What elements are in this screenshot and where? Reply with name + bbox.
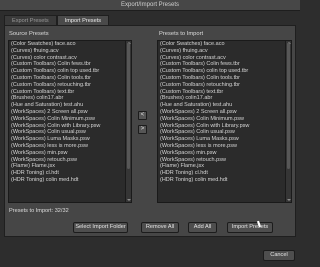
- preset-list-item[interactable]: (WorkSpaces) less is more.psw: [9, 143, 131, 150]
- remove-preset-button[interactable]: <: [138, 111, 147, 120]
- source-presets-list[interactable]: (Color Swatches) face.aco (Curves) fhuing…: [8, 40, 132, 203]
- preset-list-item[interactable]: (WorkSpaces) Colin Minimum.psw: [9, 116, 131, 123]
- source-scroll-thumb[interactable]: [127, 43, 130, 169]
- scroll-down-arrow-icon[interactable]: [287, 199, 291, 201]
- presets-to-import-label: Presets to Import: [159, 31, 204, 37]
- preset-list-item[interactable]: (Custom Toolbars) colin top used.tbr: [158, 68, 291, 75]
- preset-list-item[interactable]: (WorkSpaces) Colin Minimum.psw: [158, 116, 291, 123]
- target-scrollbar[interactable]: [285, 41, 291, 202]
- preset-list-item[interactable]: (Color Swatches) face.aco: [9, 41, 131, 48]
- title-bar: Export/Import Presets: [0, 0, 300, 11]
- preset-list-item[interactable]: (WorkSpaces) less is more.psw: [158, 143, 291, 150]
- cancel-button[interactable]: Cancel: [263, 250, 295, 261]
- target-scroll-thumb[interactable]: [287, 43, 290, 169]
- presets-count: Presets to Import: 32/32: [9, 208, 69, 214]
- preset-list-item[interactable]: (WorkSpaces) 2 Screen all.psw: [9, 109, 131, 116]
- preset-list-item[interactable]: (Custom Toolbars) retouching.tbr: [158, 82, 291, 89]
- preset-list-item[interactable]: (Hue and Saturation) test.ahu: [158, 102, 291, 109]
- import-presets-button[interactable]: Import Presets: [227, 222, 273, 233]
- preset-list-item[interactable]: (Curves) fhuing.acv: [9, 48, 131, 55]
- add-preset-button[interactable]: >: [138, 125, 147, 134]
- scroll-down-arrow-icon[interactable]: [127, 199, 131, 201]
- preset-list-item[interactable]: (Hue and Saturation) test.ahu: [9, 102, 131, 109]
- tab-bar: Export Presets Import Presets: [4, 15, 110, 25]
- presets-to-import-list[interactable]: (Color Swatches) face.aco (Curves) fhuing…: [157, 40, 292, 203]
- source-rows: (Color Swatches) face.aco (Curves) fhuing…: [9, 41, 131, 184]
- preset-list-item[interactable]: (Custom Toolbars) Colin tools.tbr: [158, 75, 291, 82]
- tab-export-presets[interactable]: Export Presets: [4, 15, 57, 25]
- preset-list-item[interactable]: (Custom Toolbars) Colin tools.tbr: [9, 75, 131, 82]
- preset-list-item[interactable]: (HDR Toning) colin med.hdt: [158, 177, 291, 184]
- preset-list-item[interactable]: (WorkSpaces) Luma Masks.psw: [158, 136, 291, 143]
- preset-list-item[interactable]: (Custom Toolbars) text.tbr: [158, 89, 291, 96]
- preset-list-item[interactable]: (WorkSpaces) min.psw: [9, 150, 131, 157]
- preset-list-item[interactable]: (WorkSpaces) 2 Screen all.psw: [158, 109, 291, 116]
- preset-list-item[interactable]: (WorkSpaces) min.psw: [158, 150, 291, 157]
- remove-all-button[interactable]: Remove All: [141, 222, 179, 233]
- preset-list-item[interactable]: (WorkSpaces) Colin usual.psw: [158, 129, 291, 136]
- preset-list-item[interactable]: (HDR Toning) colin med.hdt: [9, 177, 131, 184]
- preset-list-item[interactable]: (HDR Toning) cl.hdt: [158, 170, 291, 177]
- preset-list-item[interactable]: (Custom Toolbars) colin top used.tbr: [9, 68, 131, 75]
- preset-list-item[interactable]: (Custom Toolbars) Colin fews.tbr: [158, 61, 291, 68]
- add-all-button[interactable]: Add All: [188, 222, 217, 233]
- tab-import-presets[interactable]: Import Presets: [56, 15, 110, 25]
- source-scrollbar[interactable]: [125, 41, 131, 202]
- preset-list-item[interactable]: (Custom Toolbars) retouching.tbr: [9, 82, 131, 89]
- preset-list-item[interactable]: (Brushes) colin17.abr: [9, 95, 131, 102]
- preset-list-item[interactable]: (WorkSpaces) Colin usual.psw: [9, 129, 131, 136]
- preset-list-item[interactable]: (WorkSpaces) Colin with Library.psw: [158, 123, 291, 130]
- target-rows: (Color Swatches) face.aco (Curves) fhuing…: [158, 41, 291, 184]
- source-presets-label: Source Presets: [9, 31, 49, 37]
- preset-list-item[interactable]: (WorkSpaces) retouch.psw: [158, 157, 291, 164]
- preset-list-item[interactable]: (Flame) Flame.jsx: [158, 163, 291, 170]
- preset-list-item[interactable]: (Flame) Flame.jsx: [9, 163, 131, 170]
- preset-list-item[interactable]: (Custom Toolbars) text.tbr: [9, 89, 131, 96]
- preset-list-item[interactable]: (Custom Toolbars) Colin fews.tbr: [9, 61, 131, 68]
- preset-list-item[interactable]: (Color Swatches) face.aco: [158, 41, 291, 48]
- preset-list-item[interactable]: (WorkSpaces) retouch.psw: [9, 157, 131, 164]
- window-title: Export/Import Presets: [120, 2, 180, 8]
- preset-list-item[interactable]: (WorkSpaces) Colin with Library.psw: [9, 123, 131, 130]
- preset-list-item[interactable]: (Curves) fhuing.acv: [158, 48, 291, 55]
- preset-list-item[interactable]: (Curves) color contrast.acv: [158, 55, 291, 62]
- preset-list-item[interactable]: (HDR Toning) cl.hdt: [9, 170, 131, 177]
- preset-list-item[interactable]: (Curves) color contrast.acv: [9, 55, 131, 62]
- preset-list-item[interactable]: (Brushes) colin17.abr: [158, 95, 291, 102]
- select-import-folder-button[interactable]: Select Import Folder: [73, 222, 128, 233]
- preset-list-item[interactable]: (WorkSpaces) Luma Masks.psw: [9, 136, 131, 143]
